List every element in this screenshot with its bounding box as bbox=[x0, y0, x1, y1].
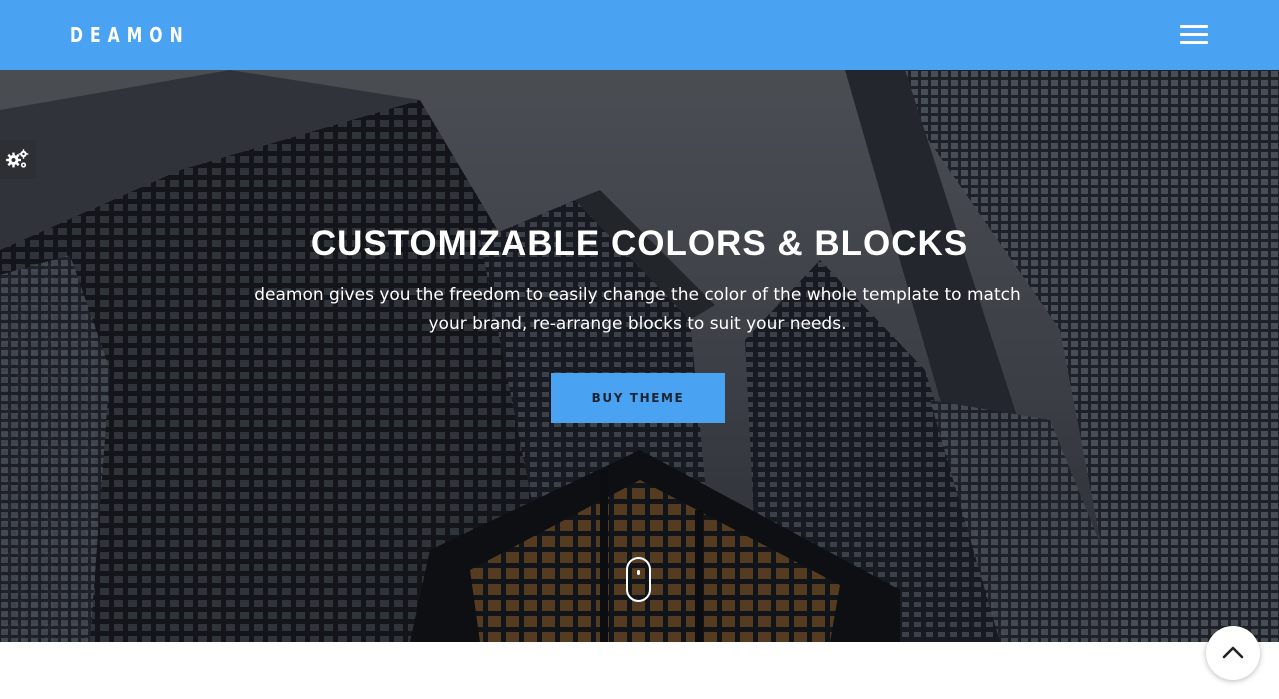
buy-theme-button[interactable]: BUY THEME bbox=[551, 373, 725, 423]
chevron-up-icon bbox=[1222, 646, 1244, 659]
scroll-mouse-icon[interactable] bbox=[626, 557, 651, 602]
navbar: DEAMON bbox=[0, 0, 1279, 70]
style-switcher-toggle[interactable] bbox=[0, 140, 36, 179]
hamburger-icon bbox=[1180, 25, 1208, 28]
hero-description-line-1: deamon gives you the freedom to easily c… bbox=[254, 285, 1021, 305]
back-to-top-button[interactable] bbox=[1206, 626, 1260, 680]
hero-description: deamon gives you the freedom to easily c… bbox=[250, 281, 1025, 339]
hero-title: CUSTOMIZABLE COLORS & BLOCKS bbox=[310, 224, 969, 263]
gears-icon bbox=[6, 149, 29, 168]
hero-section: CUSTOMIZABLE COLORS & BLOCKS deamon give… bbox=[0, 70, 1279, 642]
menu-toggle-button[interactable] bbox=[1176, 20, 1212, 50]
hero-description-line-2: your brand, re-arrange blocks to suit yo… bbox=[428, 314, 847, 334]
logo[interactable]: DEAMON bbox=[70, 22, 190, 48]
